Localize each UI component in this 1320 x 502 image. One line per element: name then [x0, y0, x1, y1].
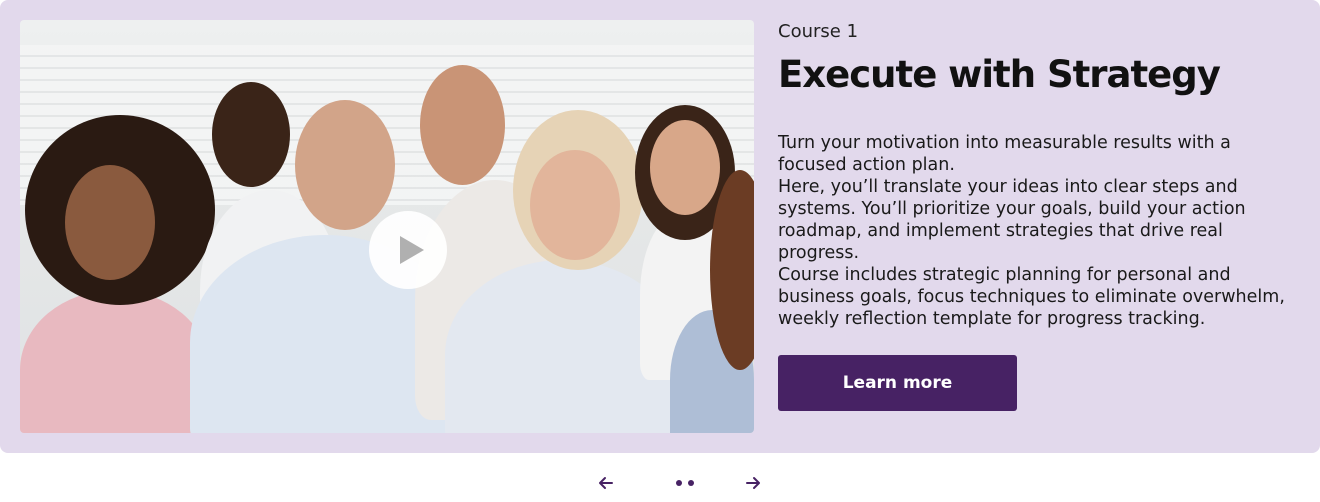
previous-slide-button[interactable] — [594, 470, 618, 496]
learn-more-button[interactable]: Learn more — [778, 355, 1017, 411]
course-number: Course 1 — [778, 21, 859, 42]
arrow-right-icon — [746, 477, 760, 489]
course-description: Turn your motivation into measurable res… — [778, 132, 1298, 330]
carousel-navigation — [0, 470, 1320, 496]
course-video-thumbnail[interactable] — [20, 20, 754, 433]
person-figure — [530, 150, 620, 260]
description-paragraph: Here, you’ll translate your ideas into c… — [778, 177, 1246, 263]
play-icon — [400, 236, 424, 264]
play-button[interactable] — [369, 211, 447, 289]
description-paragraph: Turn your motivation into measurable res… — [778, 133, 1231, 175]
person-figure — [420, 65, 505, 185]
course-content: Course 1 Execute with Strategy Turn your… — [778, 20, 1298, 330]
person-figure — [65, 165, 155, 280]
course-card: Course 1 Execute with Strategy Turn your… — [0, 0, 1320, 453]
carousel-dot[interactable] — [676, 480, 682, 486]
person-figure — [20, 290, 210, 433]
arrow-left-icon — [599, 477, 613, 489]
person-figure — [650, 120, 720, 215]
description-paragraph: Course includes strategic planning for p… — [778, 265, 1285, 329]
person-figure — [212, 82, 290, 187]
course-title: Execute with Strategy — [778, 53, 1221, 96]
carousel-dot[interactable] — [688, 480, 694, 486]
next-slide-button[interactable] — [741, 470, 765, 496]
